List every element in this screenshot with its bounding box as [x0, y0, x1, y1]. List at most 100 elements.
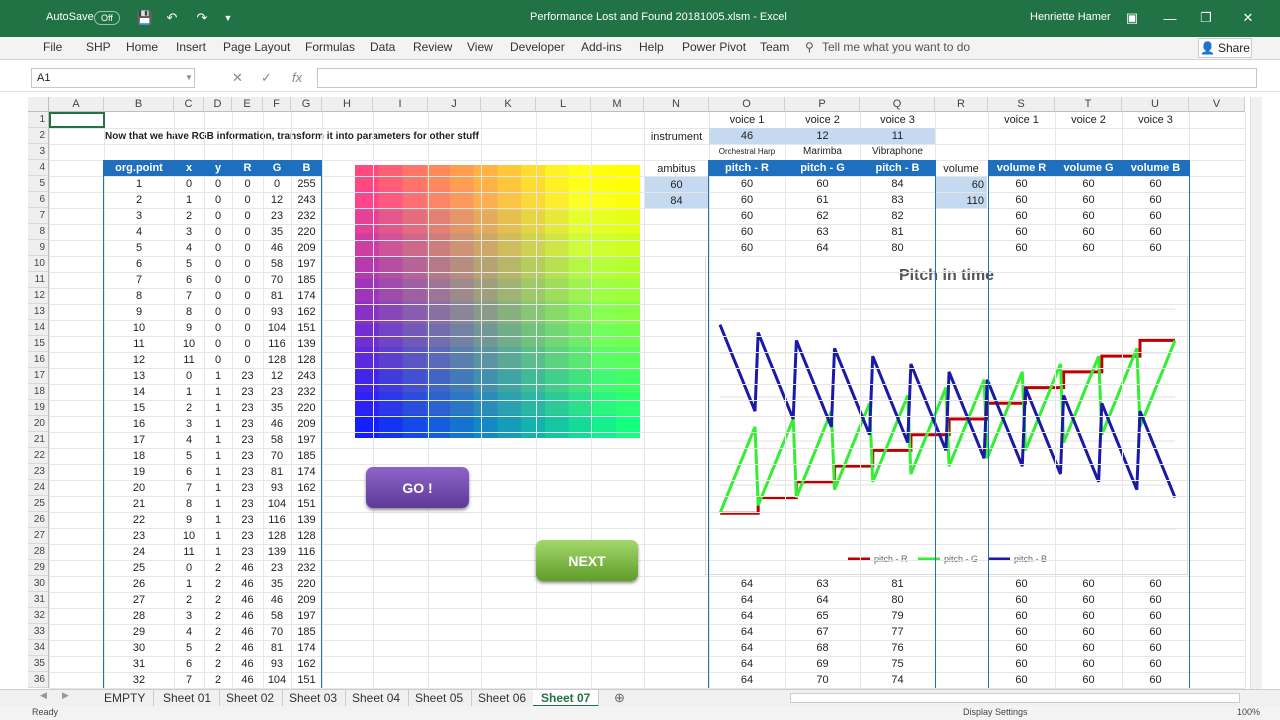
menu-power-pivot[interactable]: Power Pivot	[682, 40, 746, 54]
sheet-tab[interactable]: Sheet 06	[470, 690, 536, 707]
sheet-tab[interactable]: Sheet 02	[218, 690, 284, 707]
table-cell[interactable]: 14	[104, 384, 174, 400]
table-cell[interactable]: 116	[291, 544, 322, 560]
volume-cell[interactable]: 60	[1122, 224, 1189, 240]
table-cell[interactable]: 15	[104, 400, 174, 416]
maximize-icon[interactable]: ❐	[1196, 8, 1216, 28]
volume-cell[interactable]: 60	[1122, 640, 1189, 656]
table-cell[interactable]: 128	[291, 352, 322, 368]
row-header[interactable]: 10	[28, 256, 49, 272]
table-cell[interactable]: 162	[291, 656, 322, 672]
row-header[interactable]: 17	[28, 368, 49, 384]
column-header[interactable]: H	[322, 97, 373, 112]
column-header[interactable]: N	[644, 97, 709, 112]
menu-data[interactable]: Data	[370, 40, 395, 54]
table-cell[interactable]: 128	[263, 352, 291, 368]
table-cell[interactable]: 0	[232, 272, 263, 288]
table-cell[interactable]: 10	[174, 336, 204, 352]
volume-cell[interactable]: 60	[1122, 672, 1189, 688]
table-cell[interactable]: 0	[232, 320, 263, 336]
pitch-cell[interactable]: 60	[709, 240, 785, 256]
table-cell[interactable]: 70	[263, 624, 291, 640]
table-cell[interactable]: 4	[174, 240, 204, 256]
ambitus-high[interactable]: 84	[644, 193, 709, 209]
pitch-cell[interactable]: 82	[860, 208, 935, 224]
column-header[interactable]: U	[1122, 97, 1189, 112]
table-cell[interactable]: 2	[204, 592, 232, 608]
table-cell[interactable]: 1	[204, 432, 232, 448]
table-cell[interactable]: 23	[232, 512, 263, 528]
pitch-cell[interactable]: 70	[785, 672, 860, 688]
table-cell[interactable]: 46	[232, 608, 263, 624]
table-cell[interactable]: 46	[232, 576, 263, 592]
table-cell[interactable]: 116	[263, 336, 291, 352]
row-header[interactable]: 1	[28, 112, 49, 128]
table-cell[interactable]: 1	[204, 512, 232, 528]
row-header[interactable]: 3	[28, 144, 49, 160]
table-cell[interactable]: 0	[232, 208, 263, 224]
table-cell[interactable]: 23	[232, 384, 263, 400]
table-cell[interactable]: 10	[174, 528, 204, 544]
volume-cell[interactable]: 60	[988, 672, 1055, 688]
table-cell[interactable]: 0	[232, 240, 263, 256]
table-cell[interactable]: 0	[232, 336, 263, 352]
volume-cell[interactable]: 60	[1122, 176, 1189, 192]
column-header[interactable]: Q	[860, 97, 935, 112]
pitch-cell[interactable]: 64	[785, 240, 860, 256]
table-cell[interactable]: 0	[204, 176, 232, 192]
column-header[interactable]: P	[785, 97, 860, 112]
column-header[interactable]: O	[709, 97, 785, 112]
table-cell[interactable]: 0	[174, 560, 204, 576]
sheet-tab[interactable]: EMPTY	[96, 690, 155, 707]
row-header[interactable]: 7	[28, 208, 49, 224]
pitch-cell[interactable]: 81	[860, 576, 935, 592]
volume-cell[interactable]: 60	[1055, 576, 1122, 592]
table-cell[interactable]: 6	[174, 464, 204, 480]
table-cell[interactable]: 46	[232, 560, 263, 576]
row-header[interactable]: 13	[28, 304, 49, 320]
volume-cell[interactable]: 60	[1055, 592, 1122, 608]
sheet-tab[interactable]: Sheet 04	[344, 690, 410, 707]
row-header[interactable]: 34	[28, 640, 49, 656]
table-cell[interactable]: 162	[291, 480, 322, 496]
table-cell[interactable]: 29	[104, 624, 174, 640]
table-cell[interactable]: 32	[104, 672, 174, 688]
pitch-cell[interactable]: 80	[860, 592, 935, 608]
table-cell[interactable]: 0	[232, 288, 263, 304]
row-header[interactable]: 19	[28, 400, 49, 416]
table-cell[interactable]: 70	[263, 448, 291, 464]
table-cell[interactable]: 31	[104, 656, 174, 672]
pitch-cell[interactable]: 64	[709, 656, 785, 672]
menu-team[interactable]: Team	[760, 40, 789, 54]
pitch-cell[interactable]: 76	[860, 640, 935, 656]
table-cell[interactable]: 2	[204, 624, 232, 640]
column-header[interactable]: D	[204, 97, 232, 112]
table-cell[interactable]: 23	[232, 400, 263, 416]
menu-insert[interactable]: Insert	[176, 40, 206, 54]
table-cell[interactable]: 0	[204, 208, 232, 224]
table-cell[interactable]: 6	[174, 272, 204, 288]
table-cell[interactable]: 232	[291, 384, 322, 400]
pitch-cell[interactable]: 60	[709, 192, 785, 208]
table-cell[interactable]: 139	[291, 512, 322, 528]
table-cell[interactable]: 1	[204, 416, 232, 432]
row-header[interactable]: 24	[28, 480, 49, 496]
pitch-cell[interactable]: 64	[709, 576, 785, 592]
table-cell[interactable]: 0	[263, 176, 291, 192]
table-cell[interactable]: 23	[104, 528, 174, 544]
go-button[interactable]: GO !	[366, 467, 469, 508]
vertical-scrollbar[interactable]	[1250, 97, 1262, 689]
volume-cell[interactable]: 60	[1055, 608, 1122, 624]
row-header[interactable]: 29	[28, 560, 49, 576]
table-cell[interactable]: 8	[104, 288, 174, 304]
table-cell[interactable]: 0	[204, 304, 232, 320]
table-cell[interactable]: 9	[174, 320, 204, 336]
row-header[interactable]: 28	[28, 544, 49, 560]
series-line-2[interactable]	[718, 324, 1177, 499]
table-cell[interactable]: 0	[204, 352, 232, 368]
user-name[interactable]: Henriette Hamer	[1030, 11, 1111, 23]
table-cell[interactable]: 116	[263, 512, 291, 528]
table-cell[interactable]: 12	[263, 368, 291, 384]
table-cell[interactable]: 10	[104, 320, 174, 336]
table-cell[interactable]: 23	[232, 432, 263, 448]
